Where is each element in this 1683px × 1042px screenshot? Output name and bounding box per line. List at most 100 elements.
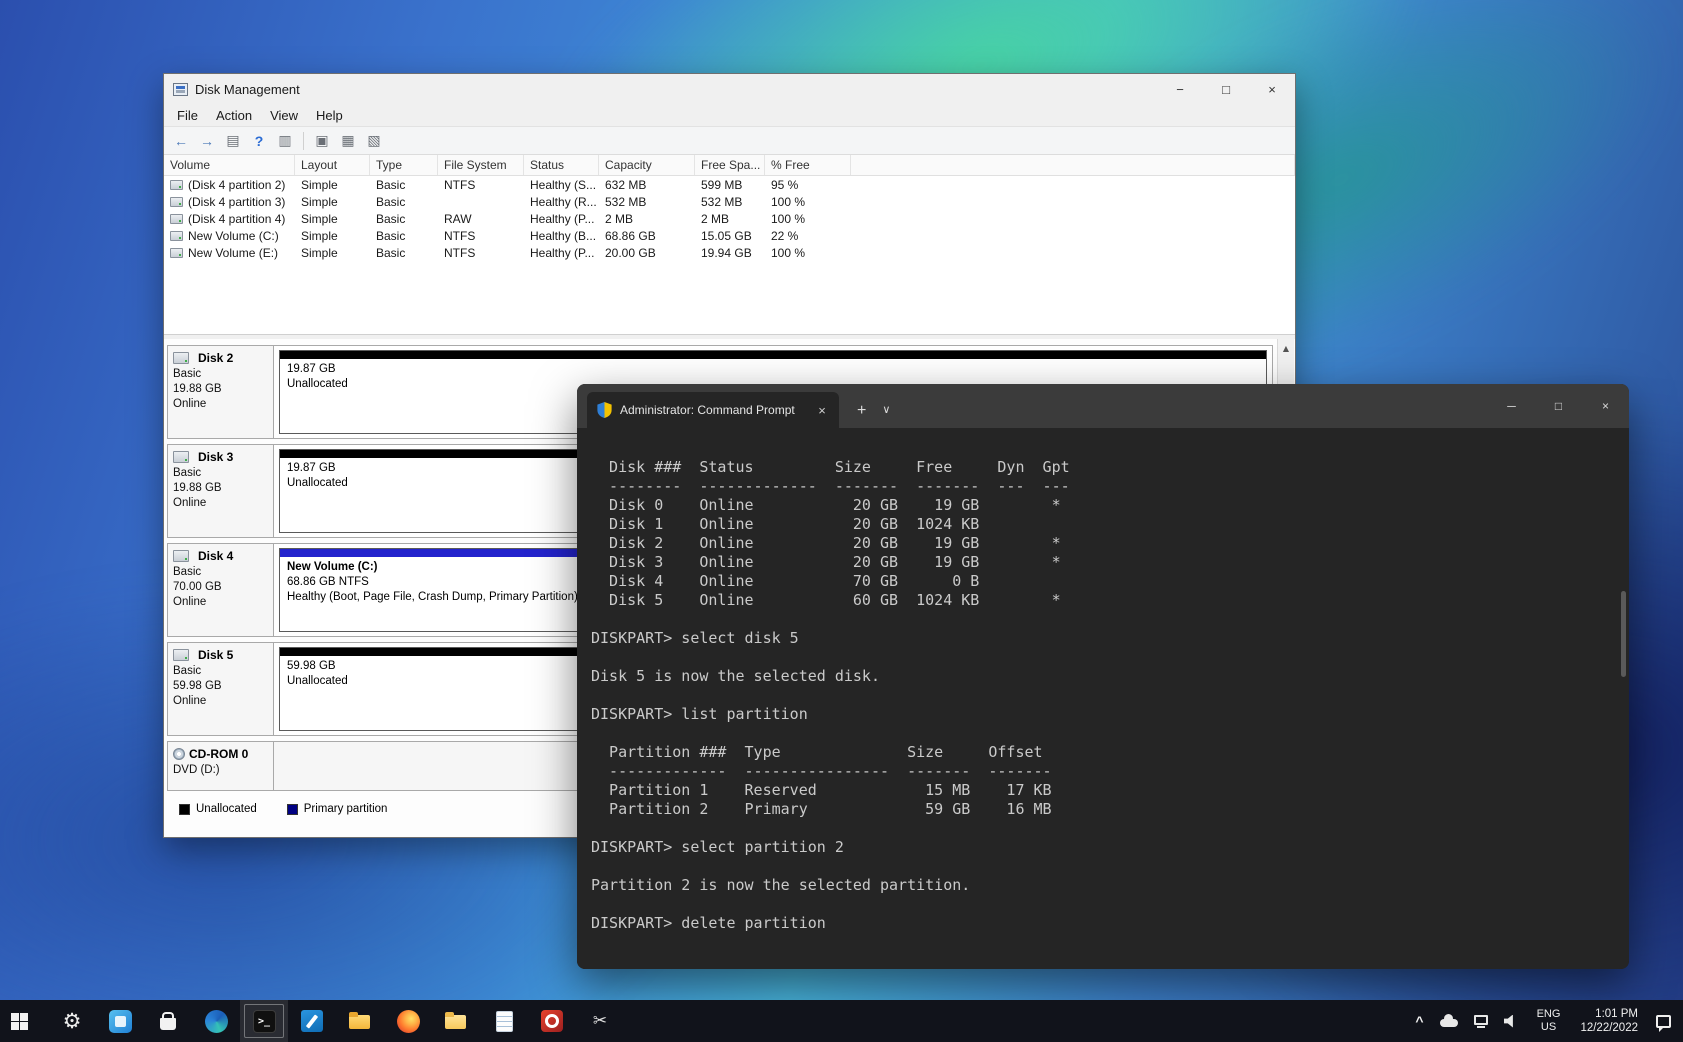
terminal-line: ------------- ---------------- ------- -… xyxy=(591,762,1629,781)
terminal-window-controls: ─ □ × xyxy=(1488,384,1629,428)
volume-cell: Healthy (P... xyxy=(524,246,599,260)
notification-icon xyxy=(1656,1015,1671,1028)
terminal-line: DISKPART> select disk 5 xyxy=(591,629,1629,648)
export-list-icon[interactable]: ▥ xyxy=(274,130,296,152)
tab-close-icon[interactable]: × xyxy=(813,401,831,419)
volume-icon xyxy=(170,214,183,224)
volume-cell: 632 MB xyxy=(599,178,695,192)
partition-stripe xyxy=(280,351,1266,359)
terminal-tabbar[interactable]: Administrator: Command Prompt × + ∨ ─ □ … xyxy=(577,384,1629,428)
action-center-button[interactable] xyxy=(1648,1000,1679,1042)
tab-dropdown-icon[interactable]: ∨ xyxy=(882,405,890,416)
region-code: US xyxy=(1537,1021,1561,1034)
column-header-type[interactable]: Type xyxy=(370,155,438,175)
forward-icon[interactable]: → xyxy=(196,130,218,152)
column-header-status[interactable]: Status xyxy=(524,155,599,175)
volume-cell: 15.05 GB xyxy=(695,229,765,243)
taskbar-app-command-prompt[interactable] xyxy=(240,1000,288,1042)
taskbar-app-photos[interactable] xyxy=(96,1000,144,1042)
column-header-capacity[interactable]: Capacity xyxy=(599,155,695,175)
dm-toolbar: ←→▤?▥ ▣▦▧ xyxy=(164,127,1295,155)
volume-tray-icon[interactable] xyxy=(1496,1000,1527,1042)
help-icon[interactable]: ? xyxy=(248,130,270,152)
dm-menubar: FileActionViewHelp xyxy=(164,104,1295,127)
column-header-file-system[interactable]: File System xyxy=(438,155,524,175)
volume-cell: Simple xyxy=(295,178,370,192)
properties-icon[interactable]: ▣ xyxy=(311,130,333,152)
volume-row[interactable]: New Volume (E:)SimpleBasicNTFSHealthy (P… xyxy=(164,244,1295,261)
menu-item-help[interactable]: Help xyxy=(307,108,352,123)
disk-management-app-icon xyxy=(173,83,188,96)
terminal-minimize-button[interactable]: ─ xyxy=(1488,384,1535,428)
disk-management-titlebar[interactable]: Disk Management − □ × xyxy=(164,74,1295,104)
photos-icon xyxy=(109,1010,132,1033)
menu-item-file[interactable]: File xyxy=(168,108,207,123)
start-button[interactable] xyxy=(0,1000,48,1042)
volume-cell: 100 % xyxy=(765,212,851,226)
language-indicator[interactable]: ENG US xyxy=(1527,1008,1571,1034)
taskbar-app-file-explorer[interactable] xyxy=(336,1000,384,1042)
terminal-tab-title: Administrator: Command Prompt xyxy=(620,403,796,417)
taskbar-app-folder[interactable] xyxy=(432,1000,480,1042)
onedrive-icon[interactable] xyxy=(1432,1000,1466,1042)
volume-row[interactable]: (Disk 4 partition 3)SimpleBasicHealthy (… xyxy=(164,193,1295,210)
volume-cell: Simple xyxy=(295,195,370,209)
disk-name: Disk 5 xyxy=(173,648,269,662)
terminal-line xyxy=(591,610,1629,629)
column-header-free-spa[interactable]: Free Spa... xyxy=(695,155,765,175)
terminal-line: DISKPART> delete partition xyxy=(591,914,1629,933)
dm-close-button[interactable]: × xyxy=(1249,74,1295,104)
new-tab-button[interactable]: + xyxy=(857,403,866,419)
settings-icon xyxy=(59,1008,85,1034)
network-icon[interactable] xyxy=(1466,1000,1496,1042)
clock[interactable]: 1:01 PM 12/22/2022 xyxy=(1570,1007,1648,1035)
volume-row[interactable]: (Disk 4 partition 2)SimpleBasicNTFSHealt… xyxy=(164,176,1295,193)
taskbar-app-vscode[interactable] xyxy=(288,1000,336,1042)
taskbar-app-notepad[interactable] xyxy=(480,1000,528,1042)
terminal-maximize-button[interactable]: □ xyxy=(1535,384,1582,428)
terminal-line xyxy=(591,895,1629,914)
volume-cell: 95 % xyxy=(765,178,851,192)
volume-row[interactable]: New Volume (C:)SimpleBasicNTFSHealthy (B… xyxy=(164,227,1295,244)
disk-info-panel[interactable]: Disk 3Basic19.88 GBOnline xyxy=(168,445,274,537)
disk-name: Disk 4 xyxy=(173,549,269,563)
taskbar-app-edge[interactable] xyxy=(192,1000,240,1042)
disk-info-panel[interactable]: Disk 5Basic59.98 GBOnline xyxy=(168,643,274,735)
volume-list-pane: VolumeLayoutTypeFile SystemStatusCapacit… xyxy=(164,155,1295,335)
dm-minimize-button[interactable]: − xyxy=(1157,74,1203,104)
menu-item-action[interactable]: Action xyxy=(207,108,261,123)
taskbar-apps xyxy=(48,1000,624,1042)
taskbar-app-store[interactable] xyxy=(144,1000,192,1042)
terminal-content[interactable]: Disk ### Status Size Free Dyn Gpt ------… xyxy=(577,428,1629,969)
terminal-scrollbar[interactable] xyxy=(1621,591,1626,677)
terminal-tab[interactable]: Administrator: Command Prompt × xyxy=(587,392,839,428)
column-header-volume[interactable]: Volume xyxy=(164,155,295,175)
back-icon[interactable]: ← xyxy=(170,130,192,152)
terminal-line: DISKPART> select partition 2 xyxy=(591,838,1629,857)
disk-icon xyxy=(173,352,189,364)
cloud-icon xyxy=(1440,1019,1458,1027)
taskbar-app-office[interactable] xyxy=(528,1000,576,1042)
volume-cell: (Disk 4 partition 2) xyxy=(164,178,295,192)
column-header-free[interactable]: % Free xyxy=(765,155,851,175)
taskbar-app-settings[interactable] xyxy=(48,1000,96,1042)
edge-icon xyxy=(205,1010,228,1033)
disk-detail: 70.00 GB xyxy=(173,580,269,595)
volume-cell: 20.00 GB xyxy=(599,246,695,260)
volume-row[interactable]: (Disk 4 partition 4)SimpleBasicRAWHealth… xyxy=(164,210,1295,227)
terminal-close-button[interactable]: × xyxy=(1582,384,1629,428)
dm-maximize-button[interactable]: □ xyxy=(1203,74,1249,104)
console-tree-icon[interactable]: ▤ xyxy=(222,130,244,152)
cdrom-info-panel[interactable]: CD-ROM 0 DVD (D:) xyxy=(168,742,274,790)
column-header-layout[interactable]: Layout xyxy=(295,155,370,175)
tray-overflow-chevron[interactable]: ^ xyxy=(1407,1000,1431,1042)
disk-info-panel[interactable]: Disk 4Basic70.00 GBOnline xyxy=(168,544,274,636)
menu-item-view[interactable]: View xyxy=(261,108,307,123)
volume-cell: NTFS xyxy=(438,229,524,243)
layout-icon[interactable]: ▧ xyxy=(363,130,385,152)
taskbar-app-firefox[interactable] xyxy=(384,1000,432,1042)
taskbar-app-snipping-tool[interactable] xyxy=(576,1000,624,1042)
disk-info-panel[interactable]: Disk 2Basic19.88 GBOnline xyxy=(168,346,274,438)
clock-time: 1:01 PM xyxy=(1580,1007,1638,1021)
action-icon[interactable]: ▦ xyxy=(337,130,359,152)
